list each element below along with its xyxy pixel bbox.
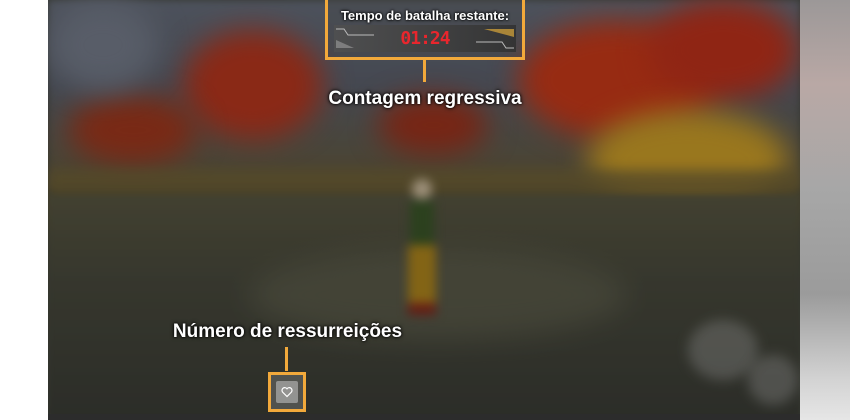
revive-counter	[276, 381, 298, 403]
right-gutter	[800, 0, 850, 420]
revive-counter-highlight	[268, 372, 306, 412]
timer-panel: 01:24	[334, 25, 516, 52]
revives-label: Número de ressurreições	[172, 321, 403, 342]
bottom-bar	[48, 414, 800, 420]
left-gutter	[0, 0, 48, 420]
countdown-label: Contagem regressiva	[328, 88, 522, 109]
battle-timer-highlight: Tempo de batalha restante: 01:24	[325, 0, 525, 60]
heart-icon	[281, 387, 293, 398]
revive-callout-line	[285, 347, 288, 371]
timer-title: Tempo de batalha restante:	[340, 8, 510, 23]
timer-value: 01:24	[400, 28, 450, 49]
timer-callout-line	[423, 60, 426, 82]
